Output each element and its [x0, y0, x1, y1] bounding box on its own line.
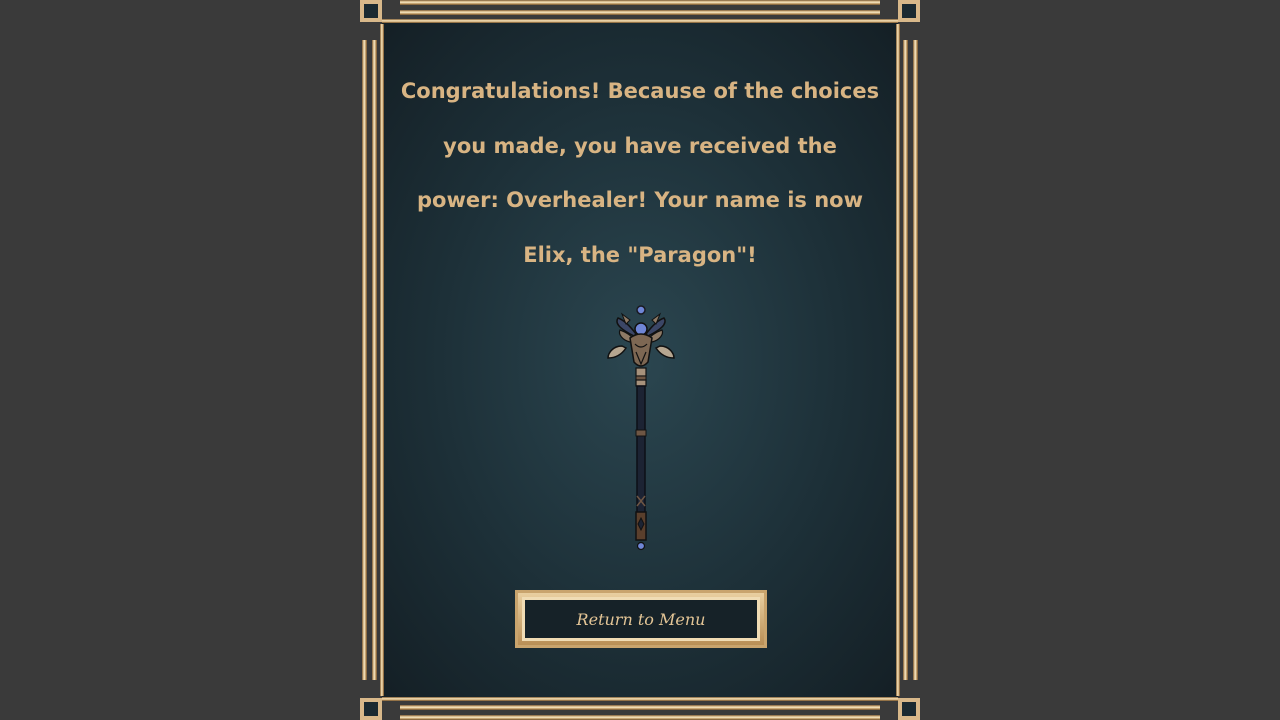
result-message: Congratulations! Because of the choices … [400, 79, 880, 267]
frame-left-inner [380, 24, 384, 696]
frame-left-outer [362, 40, 367, 680]
result-screen: Congratulations! Because of the choices … [360, 0, 920, 720]
return-to-menu-button-inner[interactable]: Return to Menu [522, 597, 760, 641]
frame-right-inner [896, 24, 900, 696]
frame-corner-top-right [898, 0, 920, 22]
frame-left-mid [372, 40, 377, 680]
frame-bottom-outer [400, 715, 880, 720]
return-to-menu-button[interactable]: Return to Menu [515, 590, 767, 648]
healer-staff-icon [600, 300, 680, 556]
frame-top-mid [400, 10, 880, 15]
frame-right-mid [903, 40, 908, 680]
frame-right-outer [913, 40, 918, 680]
frame-bottom-mid [400, 705, 880, 710]
frame-corner-bottom-right [898, 698, 920, 720]
frame-bottom-inner [382, 697, 898, 701]
frame-top-outer [400, 0, 880, 5]
frame-corner-bottom-left [360, 698, 382, 720]
frame-corner-top-left [360, 0, 382, 22]
frame-top-inner [382, 19, 898, 23]
return-to-menu-label: Return to Menu [576, 609, 706, 629]
